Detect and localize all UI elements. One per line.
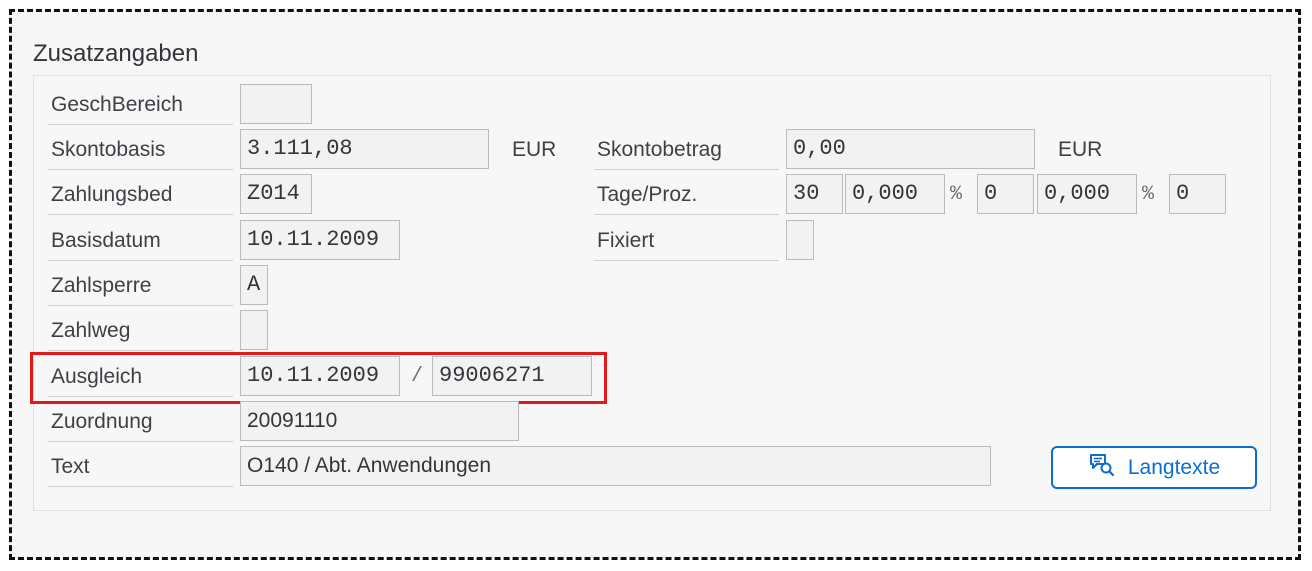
zahlsperre-field[interactable]: A [240, 265, 268, 305]
zahlweg-label: Zahlweg [48, 311, 233, 351]
long-text-icon [1088, 452, 1116, 484]
fixiert-checkbox[interactable] [786, 220, 814, 260]
proz-2-field[interactable]: 0,000 [1037, 174, 1137, 214]
fixiert-label: Fixiert [594, 221, 779, 261]
tage-1-field[interactable]: 30 [786, 174, 843, 214]
zahlsperre-label: Zahlsperre [48, 266, 233, 306]
percent-sign-1: % [950, 183, 963, 206]
zahlweg-field[interactable] [240, 310, 268, 350]
langtexte-button[interactable]: Langtexte [1051, 446, 1257, 489]
zuordnung-label: Zuordnung [48, 402, 233, 442]
basisdatum-field[interactable]: 10.11.2009 [240, 220, 400, 260]
text-label: Text [48, 447, 233, 487]
geschbereich-field[interactable] [240, 84, 312, 124]
zuordnung-field[interactable]: 20091110 [240, 401, 519, 441]
skontobetrag-field[interactable]: 0,00 [786, 129, 1035, 169]
tage-3-field[interactable]: 0 [1169, 174, 1226, 214]
proz-1-field[interactable]: 0,000 [845, 174, 945, 214]
skontobasis-currency: EUR [512, 138, 557, 161]
zahlungsbed-label: Zahlungsbed [48, 175, 233, 215]
skontobasis-field[interactable]: 3.111,08 [240, 129, 489, 169]
highlight-box [30, 352, 607, 404]
tage-proz-label: Tage/Proz. [594, 175, 779, 215]
tage-2-field[interactable]: 0 [977, 174, 1034, 214]
basisdatum-label: Basisdatum [48, 221, 233, 261]
geschbereich-label: GeschBereich [48, 85, 233, 125]
skontobetrag-label: Skontobetrag [594, 130, 779, 170]
langtexte-label: Langtexte [1127, 455, 1221, 479]
percent-sign-2: % [1142, 183, 1155, 206]
skontobasis-label: Skontobasis [48, 130, 233, 170]
skontobetrag-currency: EUR [1058, 138, 1103, 161]
text-field[interactable]: O140 / Abt. Anwendungen [240, 446, 991, 486]
section-title: Zusatzangaben [33, 40, 199, 67]
zahlungsbed-field[interactable]: Z014 [240, 174, 312, 214]
